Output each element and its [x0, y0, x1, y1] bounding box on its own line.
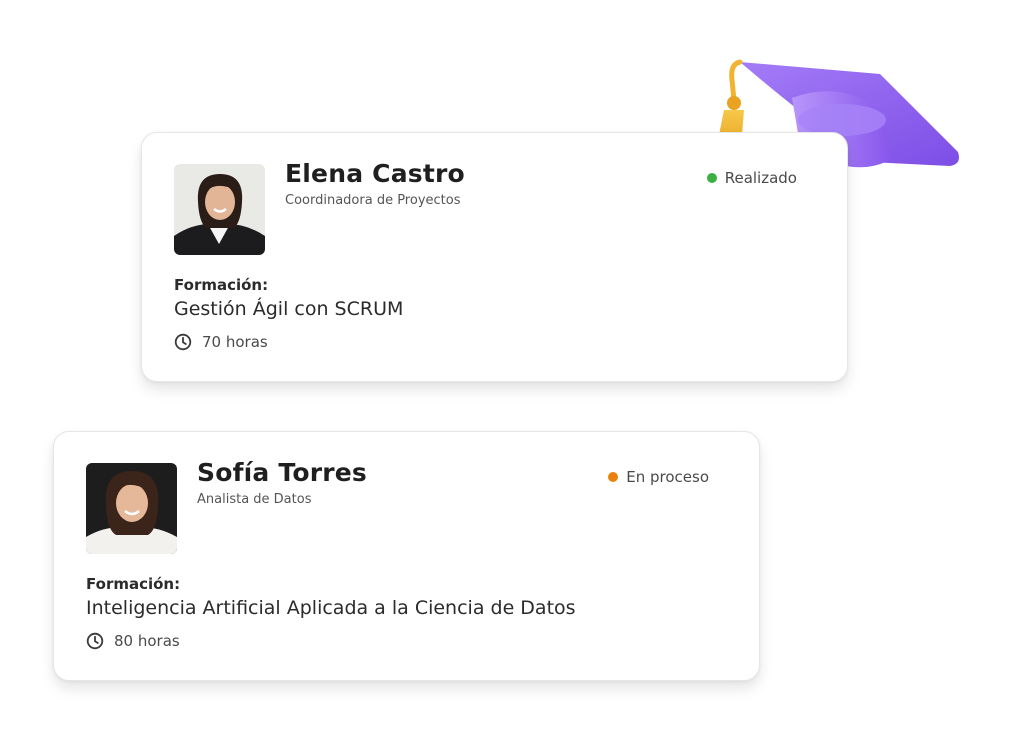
student-role: Analista de Datos — [197, 492, 312, 507]
status-badge: Realizado — [706, 169, 797, 187]
student-name: Elena Castro — [285, 159, 465, 188]
student-card[interactable]: Sofía Torres Analista de Datos En proces… — [53, 431, 760, 681]
course-title: Gestión Ágil con SCRUM — [174, 298, 404, 320]
avatar — [174, 164, 265, 255]
status-label: Realizado — [724, 169, 797, 187]
status-label: En proceso — [626, 468, 709, 486]
clock-icon — [174, 333, 192, 351]
course-hours: 80 horas — [86, 632, 180, 650]
formacion-label: Formación: — [174, 276, 269, 294]
clock-icon — [86, 632, 104, 650]
hours-label: 80 horas — [114, 632, 180, 650]
hours-label: 70 horas — [202, 333, 268, 351]
avatar — [86, 463, 177, 554]
formacion-label: Formación: — [86, 575, 181, 593]
student-name: Sofía Torres — [197, 458, 368, 487]
status-badge: En proceso — [608, 468, 709, 486]
course-hours: 70 horas — [174, 333, 268, 351]
status-dot — [608, 472, 619, 482]
status-dot — [706, 173, 717, 183]
course-title: Inteligencia Artificial Aplicada a la Ci… — [86, 597, 576, 619]
student-role: Coordinadora de Proyectos — [285, 193, 461, 208]
student-card[interactable]: Elena Castro Coordinadora de Proyectos R… — [141, 132, 848, 382]
